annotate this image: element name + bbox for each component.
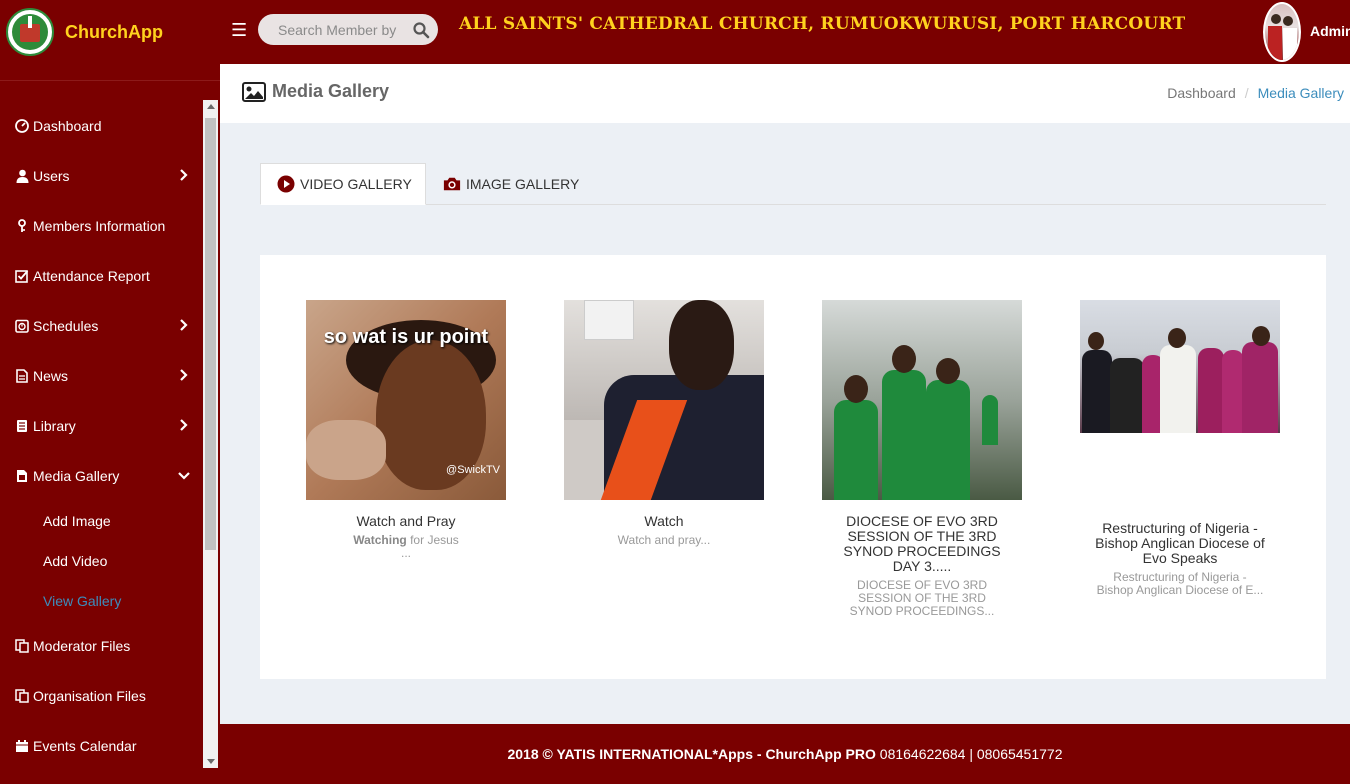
sidebar-item-label: Library: [33, 418, 76, 434]
sidebar-item-events-calendar[interactable]: Events Calendar: [0, 728, 203, 764]
play-circle-icon: [277, 175, 295, 193]
sidebar: Dashboard Users Members Information Atte…: [0, 64, 220, 784]
check-square-icon: [14, 269, 30, 283]
sidebar-item-label: Moderator Files: [33, 638, 131, 654]
sidebar-subitem-view-gallery[interactable]: View Gallery: [43, 593, 121, 613]
gallery-item-description: Restructuring of Nigeria - Bishop Anglic…: [1096, 570, 1264, 597]
camera-icon: [443, 177, 461, 191]
scroll-up-icon[interactable]: [207, 104, 215, 109]
sidebar-item-label: Members Information: [33, 218, 166, 234]
user-icon: [14, 169, 30, 183]
footer-text: 2018 © YATIS INTERNATIONAL*Apps - Church…: [220, 746, 1350, 762]
breadcrumb-home[interactable]: Dashboard: [1167, 85, 1236, 101]
search-input[interactable]: [278, 20, 403, 40]
sidebar-item-members-information[interactable]: Members Information: [0, 208, 203, 244]
gallery-item-description: Watching for Jesus ...: [306, 534, 506, 560]
brand[interactable]: ChurchApp: [0, 0, 220, 64]
sidebar-item-moderator-files[interactable]: Moderator Files: [0, 628, 203, 664]
scrollbar-thumb[interactable]: [205, 118, 216, 550]
video-thumbnail[interactable]: [1080, 300, 1280, 433]
video-gallery-panel: so wat is ur point @SwickTV Watch and Pr…: [260, 255, 1326, 679]
key-icon: [14, 219, 30, 233]
gallery-item-description: Watch and pray...: [617, 533, 711, 547]
page-title: Media Gallery: [272, 81, 390, 101]
gallery-item-title: Watch and Pray: [356, 513, 456, 529]
book-icon: [14, 419, 30, 433]
tab-image-gallery[interactable]: IMAGE GALLERY: [443, 163, 579, 205]
description-text: for Jesus: [406, 533, 459, 547]
chevron-down-icon: [178, 472, 190, 480]
sidebar-item-label: Media Gallery: [33, 468, 120, 484]
gallery-item[interactable]: so wat is ur point @SwickTV Watch and Pr…: [306, 300, 506, 560]
content-header: Media Gallery Dashboard / Media Gallery: [220, 64, 1350, 123]
media-file-icon: [14, 469, 30, 483]
search-box: [258, 14, 438, 45]
calendar-icon: [14, 739, 30, 753]
avatar[interactable]: [1263, 2, 1301, 62]
footer-phones: 08164622684 | 08065451772: [875, 746, 1063, 762]
video-thumbnail[interactable]: [564, 300, 764, 500]
sidebar-item-schedules[interactable]: Schedules: [0, 308, 203, 344]
sidebar-item-label: Events Calendar: [33, 738, 137, 754]
files-icon: [14, 639, 30, 653]
chevron-right-icon: [180, 319, 188, 331]
gallery-item-title: Watch: [644, 513, 684, 529]
chevron-right-icon: [180, 169, 188, 181]
breadcrumb-current[interactable]: Media Gallery: [1258, 85, 1344, 101]
tab-label: IMAGE GALLERY: [466, 176, 580, 192]
video-thumbnail[interactable]: [822, 300, 1022, 500]
sidebar-item-library[interactable]: Library: [0, 408, 203, 444]
church-logo: [6, 8, 54, 56]
sidebar-item-label: Attendance Report: [33, 268, 150, 284]
sidebar-item-news[interactable]: News: [0, 358, 203, 394]
church-title: ALL SAINTS' CATHEDRAL CHURCH, RUMUOKWURU…: [459, 14, 1186, 34]
brand-name: ChurchApp: [65, 21, 163, 42]
sidebar-item-label: News: [33, 368, 69, 384]
breadcrumb: Dashboard / Media Gallery: [1167, 85, 1344, 101]
footer-copyright: 2018 © YATIS INTERNATIONAL*Apps - Church…: [507, 746, 876, 762]
gallery-item[interactable]: Restructuring of Nigeria - Bishop Anglic…: [1080, 300, 1280, 597]
sidebar-subitem-add-image[interactable]: Add Image: [43, 513, 111, 533]
sidebar-scrollbar[interactable]: [203, 100, 218, 768]
footer: 2018 © YATIS INTERNATIONAL*Apps - Church…: [220, 724, 1350, 784]
sidebar-subitem-add-video[interactable]: Add Video: [43, 553, 107, 573]
clock-icon: [14, 319, 30, 333]
sidebar-item-label: Users: [33, 168, 70, 184]
description-ellipsis: ...: [400, 546, 411, 560]
gallery-item[interactable]: Watch Watch and pray...: [564, 300, 764, 547]
search-icon[interactable]: [412, 21, 430, 39]
image-icon: [242, 81, 266, 102]
scroll-down-icon[interactable]: [207, 759, 215, 764]
video-thumbnail[interactable]: so wat is ur point @SwickTV: [306, 300, 506, 500]
sidebar-item-label: Dashboard: [33, 118, 102, 134]
sidebar-item-label: Organisation Files: [33, 688, 146, 704]
sidebar-item-label: Schedules: [33, 318, 99, 334]
page-title-wrap: Media Gallery: [242, 81, 389, 102]
sidebar-item-dashboard[interactable]: Dashboard: [0, 108, 203, 144]
chevron-right-icon: [180, 419, 188, 431]
files-icon: [14, 689, 30, 703]
sidebar-item-attendance-report[interactable]: Attendance Report: [0, 258, 203, 294]
description-highlight: Watching: [353, 533, 407, 547]
gallery-item[interactable]: DIOCESE OF EVO 3RD SESSION OF THE 3RD SY…: [822, 300, 1022, 618]
document-icon: [14, 369, 30, 383]
gallery-item-title: Restructuring of Nigeria - Bishop Anglic…: [1095, 520, 1265, 566]
sidebar-item-media-gallery[interactable]: Media Gallery: [0, 458, 203, 494]
thumbnail-watermark: @SwickTV: [446, 464, 500, 476]
menu-toggle-icon[interactable]: ☰: [231, 20, 247, 40]
sidebar-item-organisation-files[interactable]: Organisation Files: [0, 678, 203, 714]
dashboard-icon: [14, 119, 30, 133]
tab-video-gallery[interactable]: VIDEO GALLERY: [260, 163, 426, 205]
sidebar-item-users[interactable]: Users: [0, 158, 203, 194]
admin-label[interactable]: Admin: [1310, 23, 1350, 39]
top-navbar: ChurchApp ☰ ALL SAINTS' CATHEDRAL CHURCH…: [0, 0, 1350, 64]
gallery-item-description: DIOCESE OF EVO 3RD SESSION OF THE 3RD SY…: [849, 578, 995, 618]
thumbnail-caption: so wat is ur point: [323, 326, 489, 348]
chevron-right-icon: [180, 369, 188, 381]
gallery-item-title: DIOCESE OF EVO 3RD SESSION OF THE 3RD SY…: [843, 513, 1001, 574]
tab-label: VIDEO GALLERY: [300, 176, 412, 192]
